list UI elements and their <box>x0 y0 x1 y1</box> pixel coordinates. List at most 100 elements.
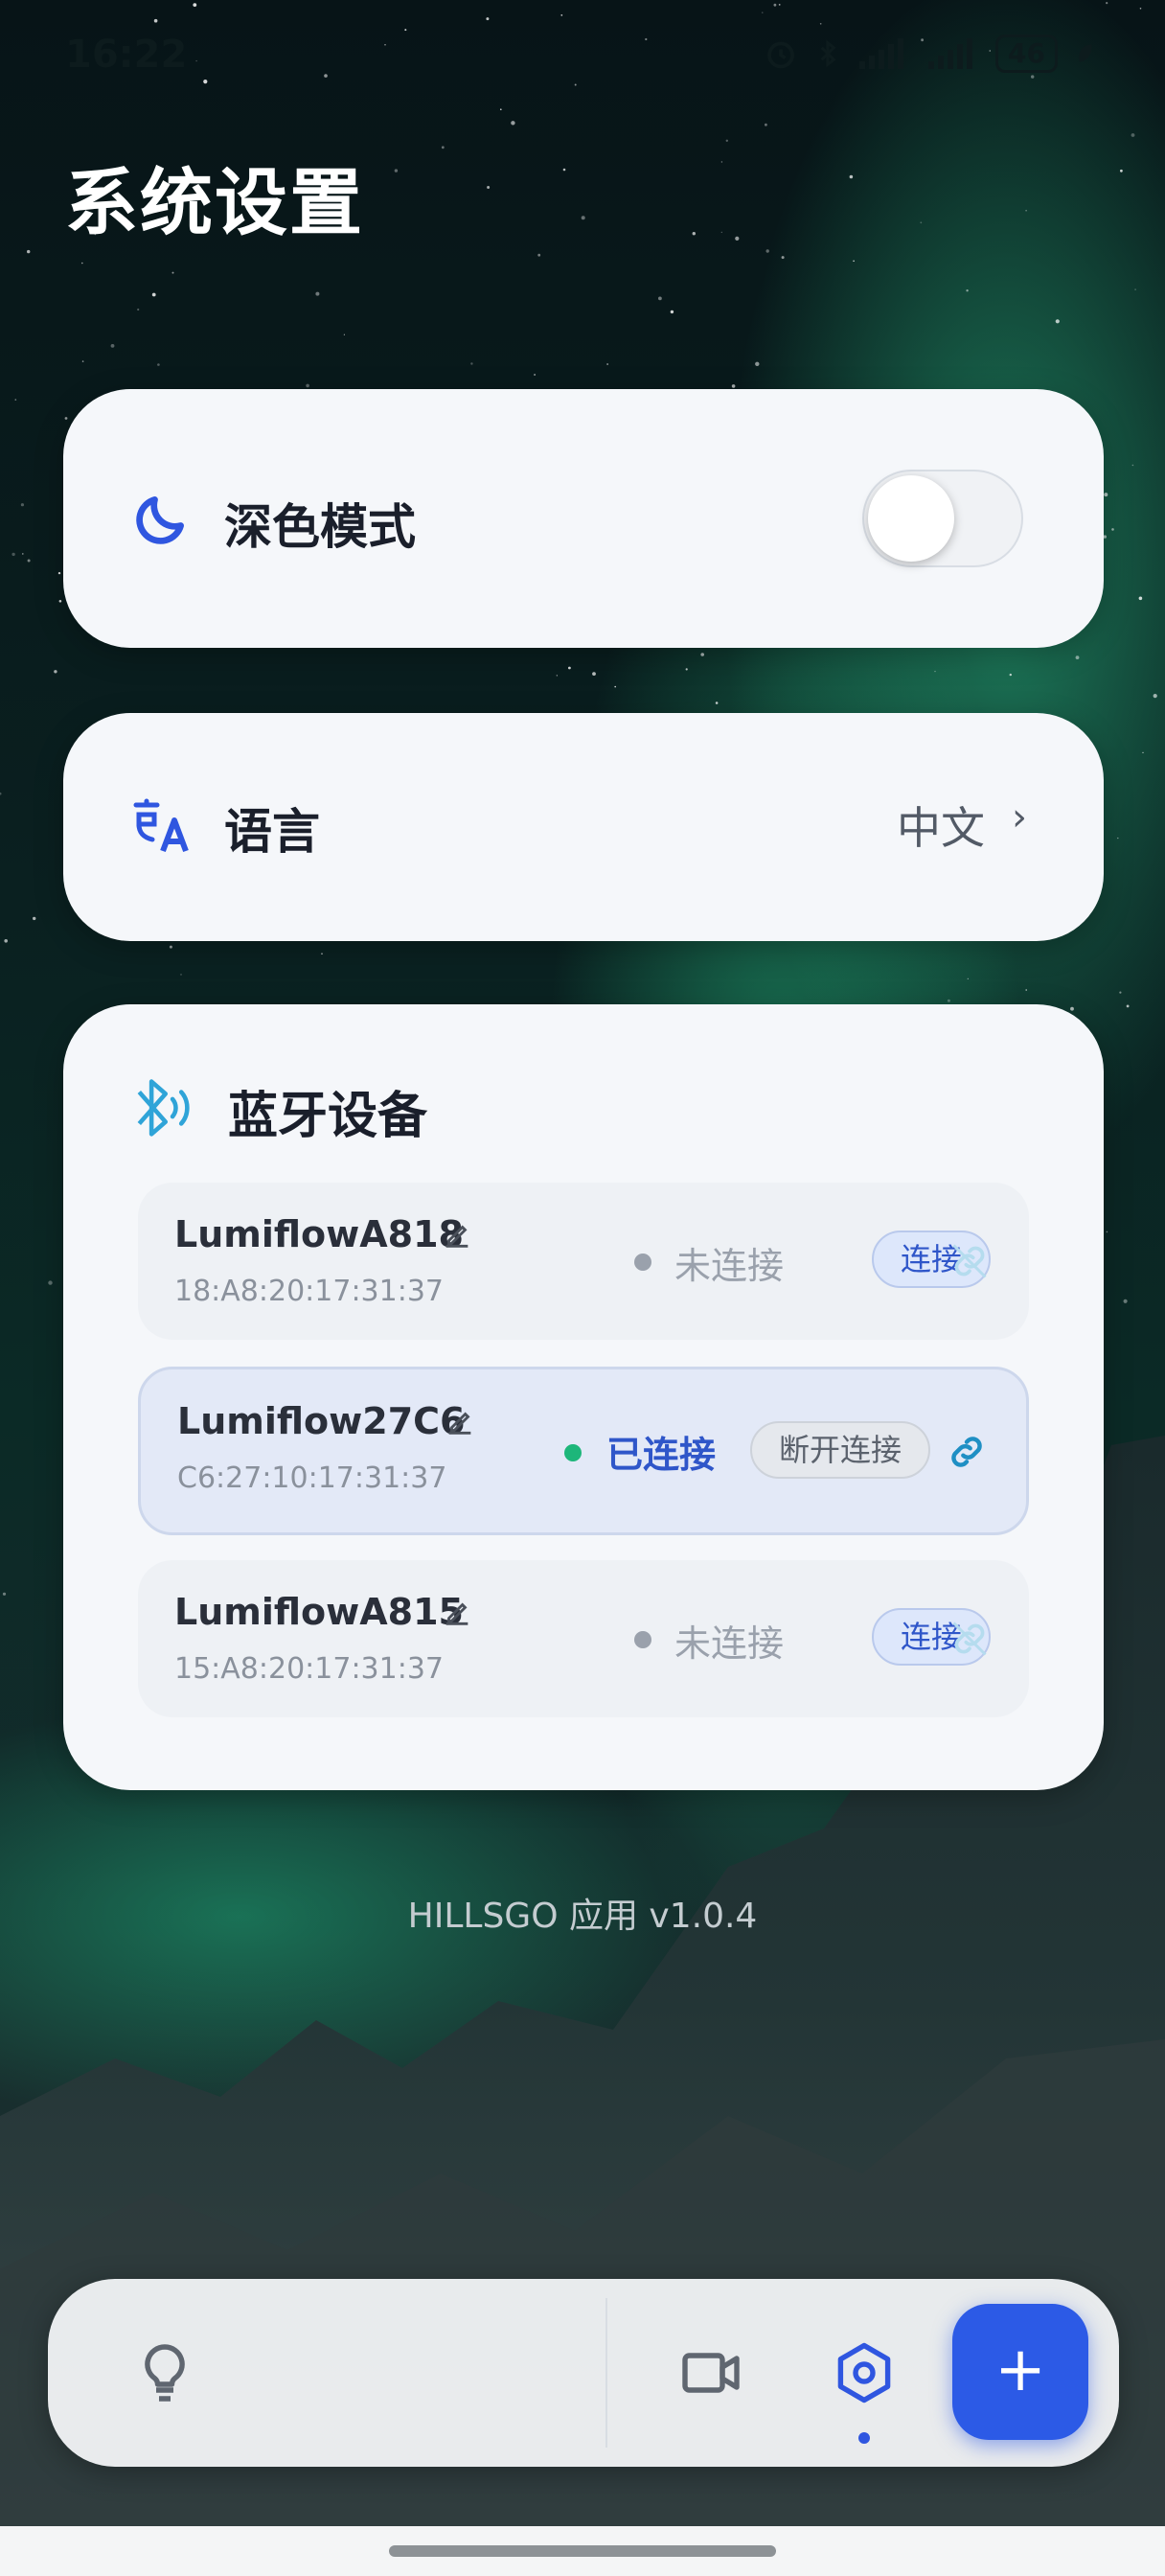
star <box>1103 535 1108 539</box>
active-indicator <box>858 2432 870 2444</box>
star <box>180 974 182 976</box>
star <box>966 289 969 292</box>
edit-pencil-icon[interactable] <box>444 1406 476 1438</box>
edit-pencil-icon[interactable] <box>441 1597 473 1629</box>
device-status: 已连接 <box>606 1434 717 1476</box>
star <box>1009 673 1013 677</box>
star <box>920 221 923 224</box>
star <box>20 503 24 507</box>
star <box>171 271 174 274</box>
star <box>137 308 140 311</box>
dark-mode-toggle[interactable] <box>862 470 1023 567</box>
link-icon[interactable] <box>946 1431 988 1473</box>
star <box>568 666 571 670</box>
device-name: LumiflowA815 <box>174 1591 464 1633</box>
language-card[interactable]: 语言 中文 › <box>63 713 1104 941</box>
star <box>306 383 309 388</box>
star <box>614 685 616 688</box>
star <box>1134 288 1136 290</box>
star <box>556 675 558 677</box>
star <box>1138 596 1143 601</box>
bluetooth-title: 蓝牙设备 <box>228 1088 428 1145</box>
star <box>1055 319 1060 324</box>
star <box>0 792 2 795</box>
star <box>151 292 156 297</box>
star <box>511 121 515 126</box>
app-version: HILLSGO 应用 v1.0.4 <box>407 1897 758 1936</box>
alarm-icon <box>767 41 794 69</box>
star <box>781 256 785 260</box>
star <box>1070 1006 1074 1011</box>
lightbulb-icon[interactable] <box>130 2338 199 2407</box>
star <box>849 174 854 179</box>
hexagon-settings-icon[interactable] <box>830 2338 899 2407</box>
star <box>14 399 17 401</box>
bluetooth-card: 蓝牙设备 LumiflowA818 18:A8:20:17:31:37 未连接 … <box>63 1004 1104 1790</box>
status-dot <box>634 1254 651 1271</box>
plus-icon: + <box>994 2334 1046 2405</box>
language-value: 中文 <box>897 802 985 854</box>
device-mac: 18:A8:20:17:31:37 <box>174 1275 445 1308</box>
star <box>1131 464 1134 467</box>
page-title: 系统设置 <box>65 160 364 245</box>
nav-divider <box>605 2298 607 2448</box>
device-row-a815: LumiflowA815 15:A8:20:17:31:37 未连接 连接 <box>138 1560 1029 1717</box>
star <box>153 18 158 23</box>
star <box>58 600 62 603</box>
add-button[interactable]: + <box>952 2304 1088 2440</box>
star <box>1120 169 1123 172</box>
star <box>27 559 31 563</box>
star <box>1142 751 1144 754</box>
star <box>534 374 537 376</box>
status-dot <box>564 1444 582 1461</box>
device-row-a818: LumiflowA818 18:A8:20:17:31:37 未连接 连接 <box>138 1183 1029 1340</box>
star <box>4 939 8 943</box>
star <box>315 291 320 296</box>
star <box>57 571 61 575</box>
star <box>487 186 491 189</box>
star <box>1139 8 1142 10</box>
dark-mode-label: 深色模式 <box>224 499 416 555</box>
star <box>592 672 596 676</box>
star <box>606 363 608 365</box>
disconnect-button[interactable]: 断开连接 <box>750 1421 931 1479</box>
star <box>1075 656 1080 659</box>
star <box>81 262 83 264</box>
translate-icon <box>130 795 192 857</box>
status-time: 16:22 <box>65 33 188 77</box>
star <box>853 260 855 263</box>
star <box>441 146 445 150</box>
star <box>1123 1299 1128 1303</box>
star <box>562 168 566 172</box>
star <box>720 231 722 233</box>
star <box>765 249 769 253</box>
star <box>947 999 950 1002</box>
battery-indicator: 46 <box>995 34 1058 73</box>
home-indicator[interactable] <box>389 2545 776 2557</box>
star <box>157 363 160 366</box>
star <box>967 978 969 979</box>
video-camera-icon[interactable] <box>676 2338 745 2407</box>
toggle-knob <box>868 475 954 562</box>
star <box>581 216 585 220</box>
moon-icon <box>130 489 192 550</box>
star <box>658 296 662 301</box>
status-bar: 16:22 46 <box>0 29 1165 86</box>
star <box>54 670 57 674</box>
star <box>110 344 115 348</box>
star <box>537 253 541 257</box>
edit-pencil-icon[interactable] <box>441 1219 473 1252</box>
star <box>48 1280 53 1285</box>
signal-icon-2 <box>928 38 973 69</box>
link-icon[interactable] <box>948 1240 991 1282</box>
star <box>720 161 723 163</box>
star <box>193 3 197 7</box>
device-name: LumiflowA818 <box>174 1213 464 1255</box>
star <box>685 668 688 671</box>
device-status: 未连接 <box>674 1245 785 1287</box>
star <box>1025 209 1027 212</box>
star <box>27 249 31 254</box>
star <box>934 670 936 673</box>
link-icon[interactable] <box>948 1618 991 1660</box>
star <box>731 384 736 388</box>
